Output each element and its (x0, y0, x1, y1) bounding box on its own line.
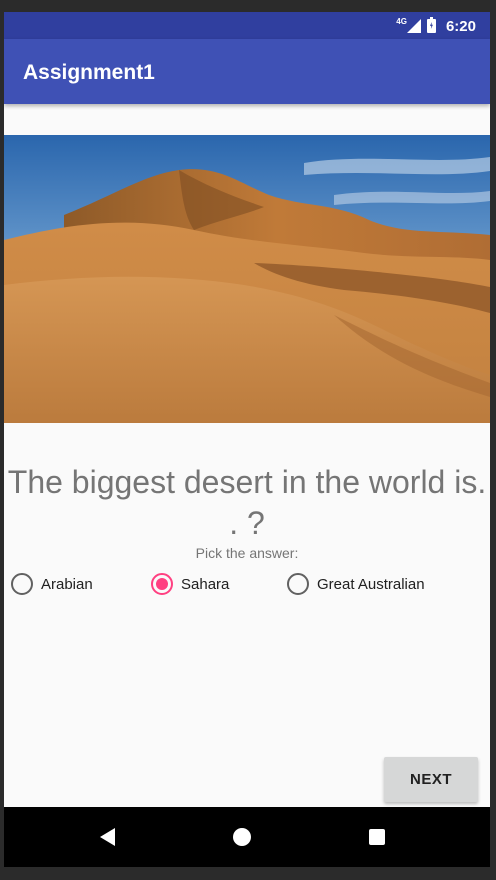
home-icon[interactable] (233, 828, 251, 846)
radio-option-label: Great Australian (317, 575, 425, 593)
answer-radio-group: Arabian Sahara Great Australian (4, 569, 490, 599)
recents-icon[interactable] (369, 829, 385, 845)
next-button[interactable]: NEXT (384, 757, 478, 802)
clock: 6:20 (445, 17, 476, 35)
network-type: 4G (396, 16, 407, 26)
radio-option-sahara[interactable]: Sahara (151, 569, 229, 599)
status-bar: 4G 6:20 (4, 12, 490, 39)
radio-option-label: Arabian (41, 575, 93, 593)
radio-button-unchecked-icon[interactable] (11, 573, 33, 595)
navigation-bar (4, 807, 490, 867)
desert-image (4, 135, 490, 423)
app-title: Assignment1 (23, 61, 155, 84)
signal-icon (406, 19, 421, 33)
app-bar: Assignment1 (4, 39, 490, 104)
dunes-illustration (4, 135, 490, 423)
battery-icon (426, 17, 436, 33)
radio-option-label: Sahara (181, 575, 230, 593)
status-icons: 4G 6:20 (396, 16, 476, 36)
radio-button-checked-icon[interactable] (151, 573, 173, 595)
answer-prompt: Pick the answer: (195, 545, 299, 561)
radio-option-great-australian[interactable]: Great Australian (287, 569, 425, 599)
back-icon[interactable] (100, 828, 115, 846)
phone-screen: 4G 6:20 Assignment1 The biggest desert i… (4, 12, 490, 867)
question-text: The biggest desert in the world is. . ? (7, 464, 487, 541)
radio-button-unchecked-icon[interactable] (287, 573, 309, 595)
radio-option-arabian[interactable]: Arabian (11, 569, 93, 599)
